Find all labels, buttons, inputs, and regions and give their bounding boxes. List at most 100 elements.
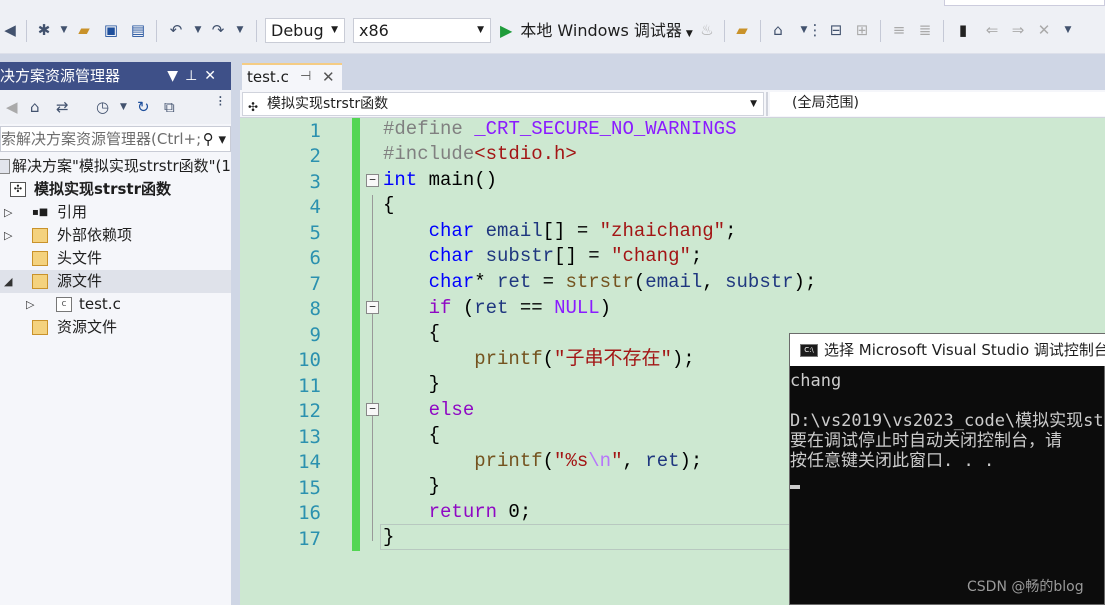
home-icon[interactable]: ⌂ [768, 20, 788, 40]
tree-item-solution[interactable]: 解决方案"模拟实现strstr函数"(1 - [0, 155, 231, 178]
preprocessor-directive: #include [383, 143, 475, 165]
close-icon[interactable]: ✕ [204, 68, 223, 84]
undo-icon[interactable]: ↶ [166, 20, 186, 40]
member-scope-value: (全局范围) [792, 95, 859, 111]
project-scope-dropdown[interactable]: ✣ 模拟实现strstr函数 ▼ [242, 92, 764, 116]
watermark: CSDN @畅的blog [967, 579, 1084, 595]
code-line: int main() [383, 168, 497, 193]
references-icon: ▪■ [32, 207, 49, 218]
save-icon[interactable]: ▣ [101, 20, 121, 40]
solution-explorer-toolbar: ◀ ⌂ ⇄ ◷ ▼ ↻ ⧉ ⁝ [0, 90, 231, 124]
identifier: ret [474, 297, 509, 319]
back-icon[interactable]: ◀ [6, 98, 18, 116]
home-icon[interactable]: ⌂ [30, 98, 40, 116]
console-app-icon: C:\ [800, 344, 818, 357]
menu-bar [0, 0, 1105, 8]
drag-handle-icon[interactable]: ⋮ [805, 20, 825, 40]
c-file-icon: c [56, 297, 72, 312]
macro-name: NULL [554, 297, 600, 319]
expand-icon[interactable]: ▷ [4, 201, 12, 224]
step-into-icon[interactable]: ⊟ [826, 20, 846, 40]
code-line: #include<stdio.h> [383, 142, 577, 167]
redo-icon[interactable]: ↷ [208, 20, 228, 40]
close-tab-icon[interactable]: ✕ [322, 65, 335, 89]
tree-item-header-files[interactable]: 头文件 [0, 247, 231, 270]
uncomment-icon[interactable]: ≣ [915, 20, 935, 40]
code-line: return 0; [383, 500, 532, 525]
pending-changes-icon[interactable]: ◷ [96, 98, 109, 116]
member-scope-dropdown[interactable]: (全局范围) [770, 92, 1105, 116]
string-literal: "子串不存在" [554, 348, 672, 370]
new-project-icon[interactable]: ✱ [34, 20, 54, 40]
collapse-block-icon[interactable]: − [366, 174, 379, 187]
clear-bookmarks-icon[interactable]: ✕ [1034, 20, 1054, 40]
console-title-bar[interactable]: C:\ 选择 Microsoft Visual Studio 调试控制台 [790, 334, 1105, 366]
collapse-all-icon[interactable]: ⧉ [164, 98, 175, 116]
filter-folder-icon [32, 320, 48, 335]
collapse-block-icon[interactable]: − [366, 403, 379, 416]
open-folder-icon[interactable]: ▰ [74, 20, 94, 40]
more-options-icon[interactable]: ⁝ [218, 92, 223, 110]
menu-search-box[interactable] [944, 0, 1105, 6]
string-literal: "zhaichang" [599, 220, 726, 242]
solution-search-input[interactable]: 索解决方案资源管理器(Ctrl+;) ⚲ ▾ [0, 126, 231, 152]
code-text: ); [679, 450, 703, 472]
tree-item-test-c[interactable]: ▷ c test.c [0, 293, 231, 316]
code-text: ; [690, 245, 703, 267]
change-tracking-bar [352, 118, 360, 551]
refresh-icon[interactable]: ↻ [137, 98, 150, 116]
step-over-icon[interactable]: ⊞ [852, 20, 872, 40]
configuration-dropdown[interactable]: Debug ▼ [265, 18, 345, 43]
undo-dropdown-icon[interactable]: ▼ [188, 20, 208, 40]
filter-folder-icon [32, 274, 48, 289]
expand-icon[interactable]: ▷ [26, 293, 34, 316]
function-name: printf [474, 348, 543, 370]
tab-test-c[interactable]: test.c ⊣ ✕ [242, 63, 342, 90]
switch-views-icon[interactable]: ⇄ [56, 98, 69, 116]
new-project-dropdown-icon[interactable]: ▼ [54, 20, 74, 40]
code-line: } [383, 474, 440, 499]
hot-reload-icon[interactable]: ♨ [697, 20, 717, 40]
pin-icon[interactable]: ⊣ [300, 65, 311, 89]
platform-dropdown[interactable]: x86 ▼ [353, 18, 491, 43]
code-text: ( [542, 348, 555, 370]
project-icon: ✣ [248, 100, 259, 114]
code-text: } [428, 475, 441, 497]
bookmark-icon[interactable]: ▮ [953, 20, 973, 40]
panel-menu-icon[interactable]: ▼ [167, 68, 185, 84]
platform-value: x86 [359, 21, 389, 40]
selection-margin[interactable] [240, 118, 268, 605]
start-debugger-button[interactable]: ▶ 本地 Windows 调试器 ▼ [500, 18, 693, 43]
redo-dropdown-icon[interactable]: ▼ [230, 20, 250, 40]
identifier: ret [497, 271, 532, 293]
collapse-icon[interactable]: ◢ [4, 270, 12, 293]
chevron-down-icon: ▼ [477, 25, 484, 35]
chevron-down-icon[interactable]: ▼ [120, 102, 127, 112]
navigate-back-icon[interactable]: ◀ [0, 20, 20, 40]
console-output-line: 要在调试停止时自动关闭控制台，请 [790, 431, 1062, 451]
panel-splitter[interactable] [231, 62, 240, 605]
find-in-files-icon[interactable]: ▰ [732, 20, 752, 40]
tree-item-label: 模拟实现strstr函数 [34, 180, 171, 198]
code-text: } [383, 526, 395, 548]
tree-item-references[interactable]: ▷ ▪■ 引用 [0, 201, 231, 224]
prev-bookmark-icon[interactable]: ⇐ [982, 20, 1002, 40]
keyword: char [428, 220, 475, 242]
document-tab-strip [240, 62, 1105, 90]
line-number: 14 [298, 451, 321, 473]
next-bookmark-icon[interactable]: ⇒ [1008, 20, 1028, 40]
toolbar-overflow-icon[interactable]: ▼ [1058, 20, 1078, 40]
tree-item-resource-files[interactable]: 资源文件 [0, 316, 231, 339]
collapse-block-icon[interactable]: − [366, 301, 379, 314]
code-line: char email[] = "zhaichang"; [383, 219, 737, 244]
expand-icon[interactable]: ▷ [4, 224, 12, 247]
tree-item-project[interactable]: ✣ 模拟实现strstr函数 [0, 178, 231, 201]
line-number: 3 [309, 171, 321, 193]
pin-icon[interactable]: ⊥ [185, 68, 204, 84]
comment-icon[interactable]: ≡ [889, 20, 909, 40]
save-all-icon[interactable]: ▤ [128, 20, 148, 40]
line-number: 11 [298, 375, 321, 397]
tree-item-source-files[interactable]: ◢ 源文件 [0, 270, 231, 293]
tree-item-external-deps[interactable]: ▷ 外部依赖项 [0, 224, 231, 247]
